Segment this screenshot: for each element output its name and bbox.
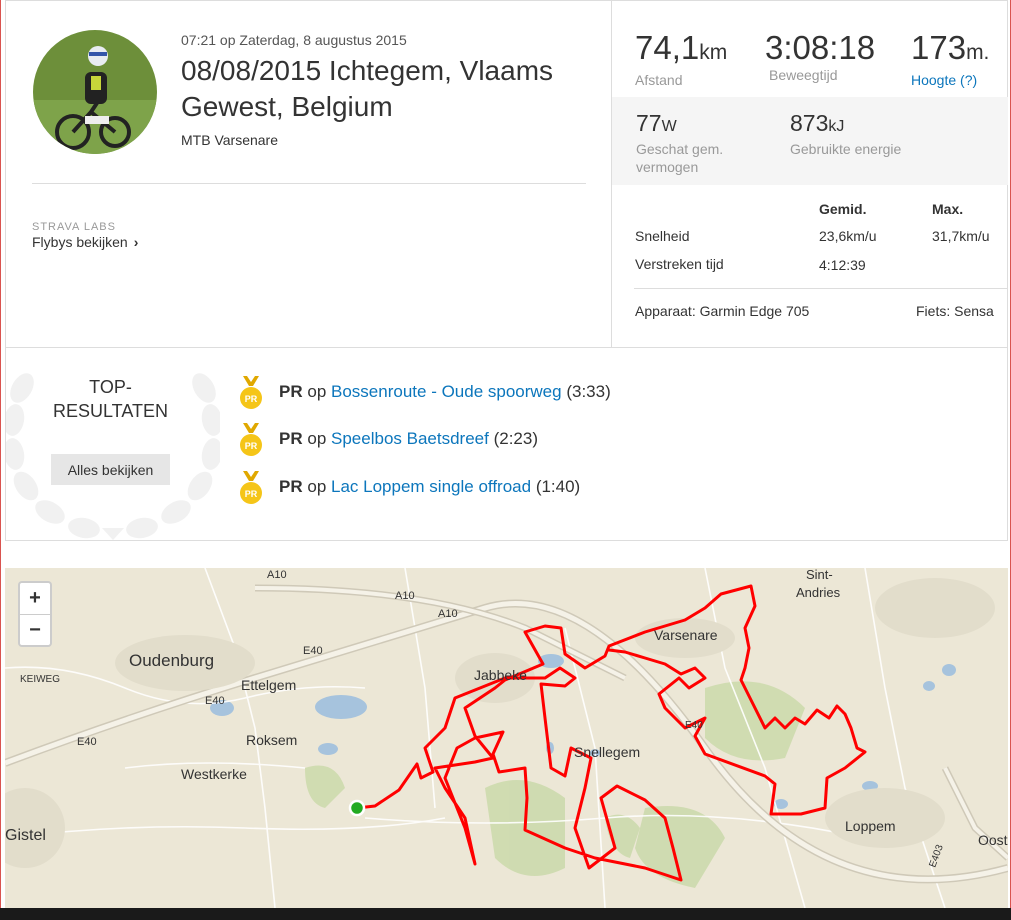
segment-link[interactable]: Bossenroute - Oude spoorweg xyxy=(331,382,562,401)
highway-label: E40 xyxy=(205,695,225,707)
top-results-line2: RESULTATEN xyxy=(52,401,168,421)
flyby-link[interactable]: Flybys bekijken › xyxy=(32,234,138,250)
route-map[interactable]: A10 A10 A10 E40 E40 E40 E40 E403 KEIWEG … xyxy=(5,568,1008,908)
highway-label: A10 xyxy=(267,569,287,581)
see-all-button[interactable]: Alles bekijken xyxy=(51,454,170,485)
op-label: op xyxy=(307,382,327,401)
activity-subtitle: MTB Varsenare xyxy=(181,132,278,148)
op-label: op xyxy=(307,429,327,448)
device-info: Apparaat: Garmin Edge 705 xyxy=(635,303,810,319)
town-label: Sint- xyxy=(806,568,833,582)
town-label: Loppem xyxy=(845,818,896,834)
zoom-in-button[interactable]: + xyxy=(20,583,50,615)
athlete-avatar[interactable] xyxy=(33,30,157,154)
row-elapsed-avg: 4:12:39 xyxy=(819,257,866,273)
town-label: Andries xyxy=(796,585,841,600)
town-label: Snellegem xyxy=(574,744,640,760)
top-results-line1: TOP- xyxy=(89,377,132,397)
zoom-control: + − xyxy=(18,581,52,647)
segment-link[interactable]: Speelbos Baetsdreef xyxy=(331,429,489,448)
highway-label: E403 xyxy=(927,843,945,869)
highway-label: E40 xyxy=(685,720,703,731)
row-elapsed-label: Verstreken tijd xyxy=(635,256,724,272)
pr-medal-icon: PR xyxy=(240,376,262,409)
row-speed-avg: 23,6km/u xyxy=(819,228,877,244)
distance-value: 74,1 xyxy=(635,29,700,66)
start-marker-icon[interactable] xyxy=(348,799,366,817)
moving-time-label: Beweegtijd xyxy=(769,67,838,83)
achievements-card: TOP- RESULTATEN Alles bekijken PR PR op … xyxy=(5,347,1008,541)
town-label: Oost xyxy=(978,832,1008,848)
moving-time-value: 3:08:18 xyxy=(765,29,876,66)
divider xyxy=(634,288,1007,289)
town-label: Oudenburg xyxy=(129,651,214,670)
elevation-unit: m. xyxy=(966,41,990,64)
segment-time: (2:23) xyxy=(493,429,539,448)
map-canvas[interactable]: A10 A10 A10 E40 E40 E40 E40 E403 KEIWEG … xyxy=(5,568,1008,908)
bike-info: Fiets: Sensa xyxy=(916,303,994,319)
stat-power: 77W Geschat gem. vermogen xyxy=(636,110,756,176)
segment-time: (3:33) xyxy=(566,382,611,401)
energy-unit: kJ xyxy=(828,118,845,135)
distance-unit: km xyxy=(699,41,728,64)
activity-header-card: 07:21 op Zaterdag, 8 augustus 2015 08/08… xyxy=(5,0,1008,348)
stat-moving-time: 3:08:18 Beweegtijd xyxy=(765,29,876,84)
pr-medal-label: PR xyxy=(245,441,258,451)
town-label: Jabbeke xyxy=(474,667,527,683)
town-label: Westkerke xyxy=(181,766,247,782)
pr-medal-label: PR xyxy=(245,394,258,404)
op-label: op xyxy=(307,477,327,496)
segment-link[interactable]: Lac Loppem single offroad xyxy=(331,477,531,496)
town-label: Varsenare xyxy=(654,627,718,643)
highway-label: E40 xyxy=(303,645,323,657)
energy-label: Gebruikte energie xyxy=(790,141,902,157)
col-header-avg: Gemid. xyxy=(819,201,867,217)
zoom-out-button[interactable]: − xyxy=(20,615,50,646)
row-speed-label: Snelheid xyxy=(635,228,690,244)
stat-elevation: 173m. Hoogte (?) xyxy=(911,29,990,89)
stat-energy: 873kJ Gebruikte energie xyxy=(790,110,901,158)
top-results-heading: TOP- RESULTATEN xyxy=(28,375,193,423)
flyby-link-label: Flybys bekijken xyxy=(32,234,128,250)
activity-title: 08/08/2015 Ichtegem, Vlaams Gewest, Belg… xyxy=(181,55,554,122)
highway-label: E40 xyxy=(77,736,97,748)
col-header-max: Max. xyxy=(932,201,964,217)
town-label: Roksem xyxy=(246,732,297,748)
strava-labs-label: STRAVA LABS xyxy=(32,221,116,233)
power-value: 77 xyxy=(636,110,662,136)
divider xyxy=(32,183,586,184)
energy-value: 873 xyxy=(790,110,829,136)
stat-distance: 74,1km Afstand xyxy=(635,29,728,89)
pr-medal-label: PR xyxy=(245,489,258,499)
activity-datetime: 07:21 op Zaterdag, 8 augustus 2015 xyxy=(181,32,407,48)
town-label: Gistel xyxy=(5,827,46,844)
pr-label: PR xyxy=(279,477,303,496)
highway-label: A10 xyxy=(395,590,415,602)
power-label: Geschat gem. vermogen xyxy=(636,141,724,175)
distance-label: Afstand xyxy=(635,72,683,88)
pr-label: PR xyxy=(279,429,303,448)
elevation-help-link[interactable]: Hoogte (?) xyxy=(911,72,977,88)
pr-medal-icon: PR xyxy=(240,471,262,504)
segment-time: (1:40) xyxy=(535,477,581,496)
street-label: KEIWEG xyxy=(20,674,60,685)
pr-medal-icon: PR xyxy=(240,423,262,456)
town-label: Ettelgem xyxy=(241,677,296,693)
row-speed-max: 31,7km/u xyxy=(932,228,990,244)
highway-label: A10 xyxy=(438,608,458,620)
elevation-value: 173 xyxy=(911,29,967,66)
chevron-right-icon: › xyxy=(133,234,139,250)
bottom-bar xyxy=(0,908,1011,920)
pr-label: PR xyxy=(279,382,303,401)
power-unit: W xyxy=(661,118,677,135)
